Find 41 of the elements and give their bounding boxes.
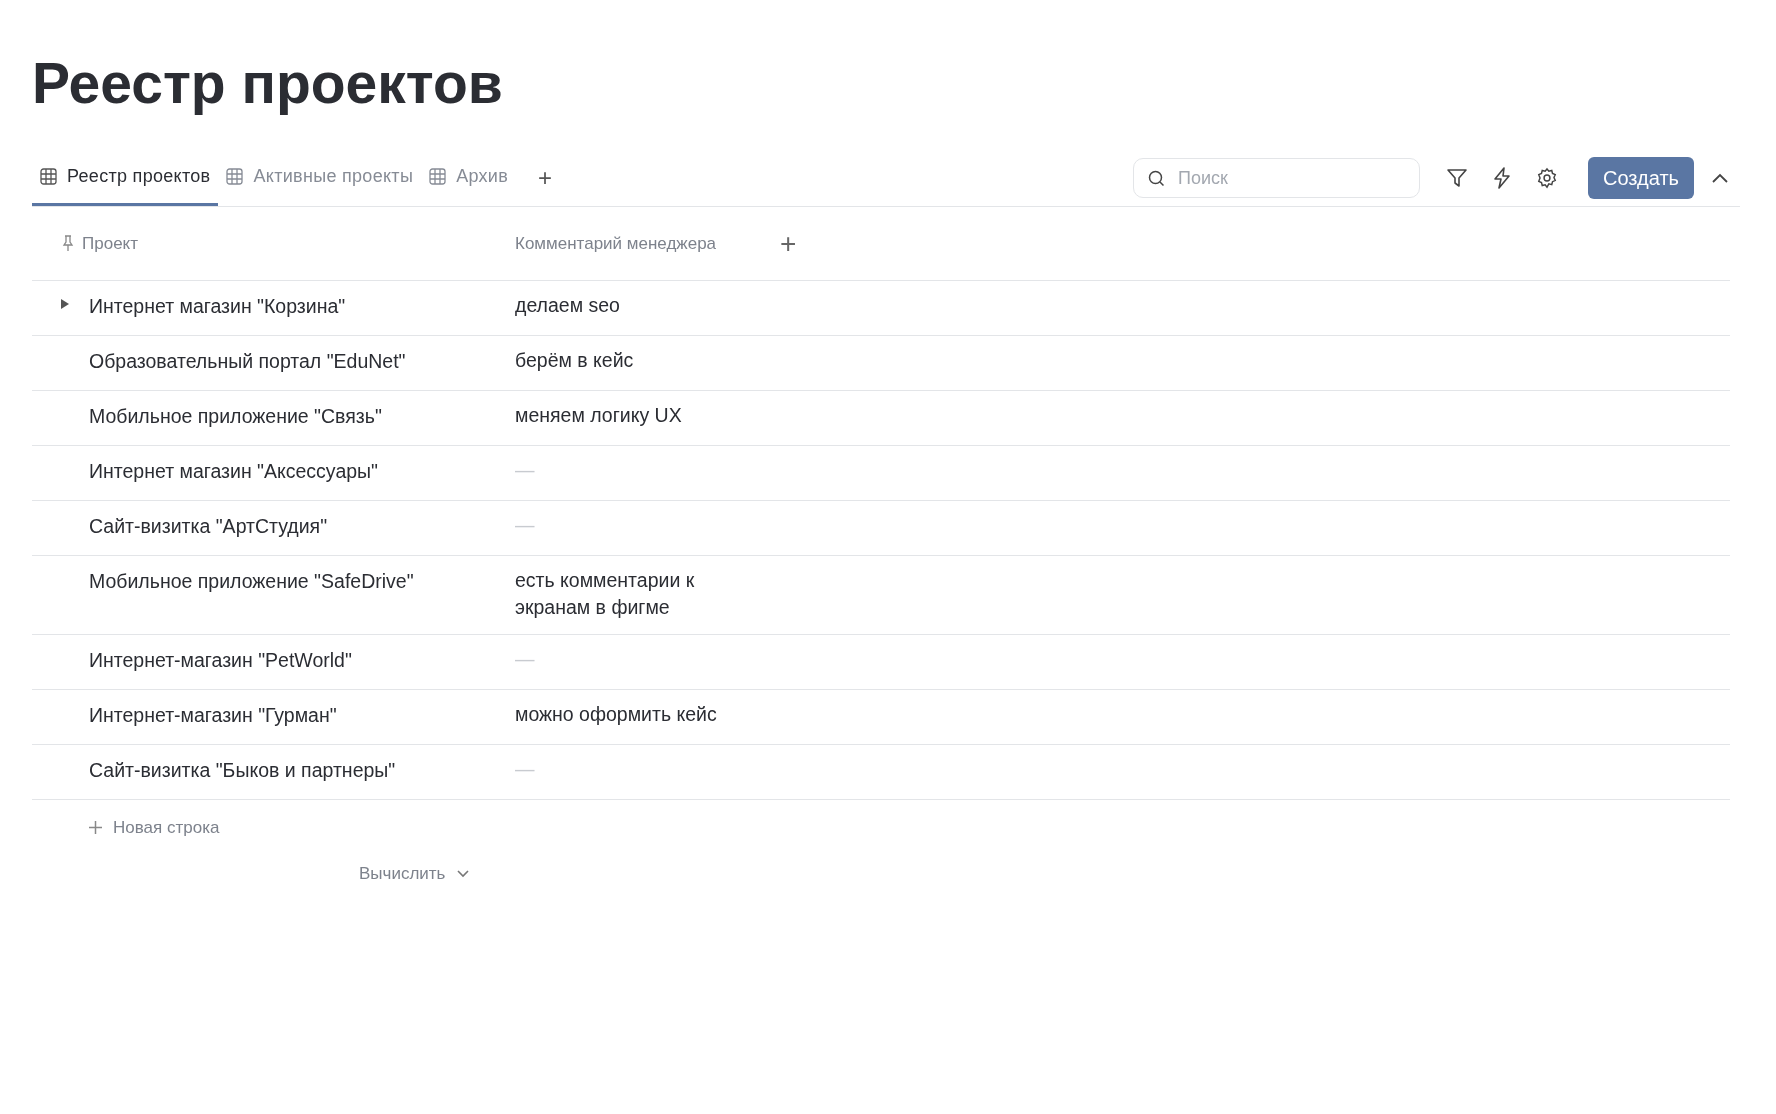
column-header: Комментарий менеджера bbox=[515, 233, 717, 254]
table-icon bbox=[226, 168, 244, 185]
chevron-down-icon bbox=[457, 869, 470, 878]
comment-text: можно оформить кейс bbox=[515, 701, 718, 727]
chevron-up-icon bbox=[1712, 173, 1728, 183]
new-row-button[interactable]: Новая строка bbox=[88, 813, 220, 842]
comment-text: есть комментарии к экранам в фигме bbox=[515, 568, 696, 621]
empty-cell-dash: — bbox=[515, 458, 536, 483]
empty-cell-dash: — bbox=[515, 513, 536, 538]
comment-text: меняем логику UX bbox=[515, 403, 683, 428]
empty-cell-dash: — bbox=[515, 756, 536, 782]
view-tab[interactable]: Активные проекты bbox=[218, 150, 422, 206]
comment-text: берём в кейс bbox=[515, 348, 635, 373]
project-name: Сайт-визитка "Быков и партнеры" bbox=[89, 758, 396, 782]
view-tab[interactable]: Архив bbox=[421, 150, 517, 206]
project-name: Сайт-визитка "АртСтудия" bbox=[89, 515, 328, 538]
expand-caret-icon[interactable] bbox=[60, 298, 70, 310]
project-name: Образовательный портал "EduNet" bbox=[89, 350, 406, 373]
table-icon bbox=[429, 168, 447, 185]
create-button[interactable]: Создать bbox=[1588, 157, 1694, 199]
project-name: Интернет магазин "Аксессуары" bbox=[89, 460, 378, 483]
comment-text: делаем seo bbox=[515, 293, 621, 318]
filter-icon bbox=[1446, 167, 1468, 189]
empty-cell-dash: — bbox=[515, 646, 536, 672]
settings-icon bbox=[1536, 167, 1558, 189]
plus-icon bbox=[88, 820, 103, 836]
column-header: Проект bbox=[82, 233, 138, 254]
lightning-icon bbox=[1492, 167, 1512, 189]
project-name: Интернет-магазин "PetWorld" bbox=[89, 648, 352, 672]
add-column-button[interactable]: + bbox=[776, 227, 801, 260]
calculate-dropdown[interactable]: Вычислить bbox=[359, 859, 470, 888]
project-name: Мобильное приложение "SafeDrive" bbox=[89, 570, 414, 593]
pin-icon bbox=[62, 235, 74, 252]
project-name: Мобильное приложение "Связь" bbox=[89, 405, 382, 428]
add-tab-button[interactable]: + bbox=[532, 160, 559, 196]
table-icon bbox=[40, 168, 57, 185]
project-name: Интернет магазин "Корзина" bbox=[89, 295, 346, 318]
view-tab[interactable]: Реестр проектов bbox=[32, 150, 219, 206]
search-field[interactable]: Поиск bbox=[1133, 158, 1420, 198]
page-title: Реестр проектов bbox=[32, 50, 504, 117]
project-name: Интернет-магазин "Гурман" bbox=[89, 703, 337, 727]
